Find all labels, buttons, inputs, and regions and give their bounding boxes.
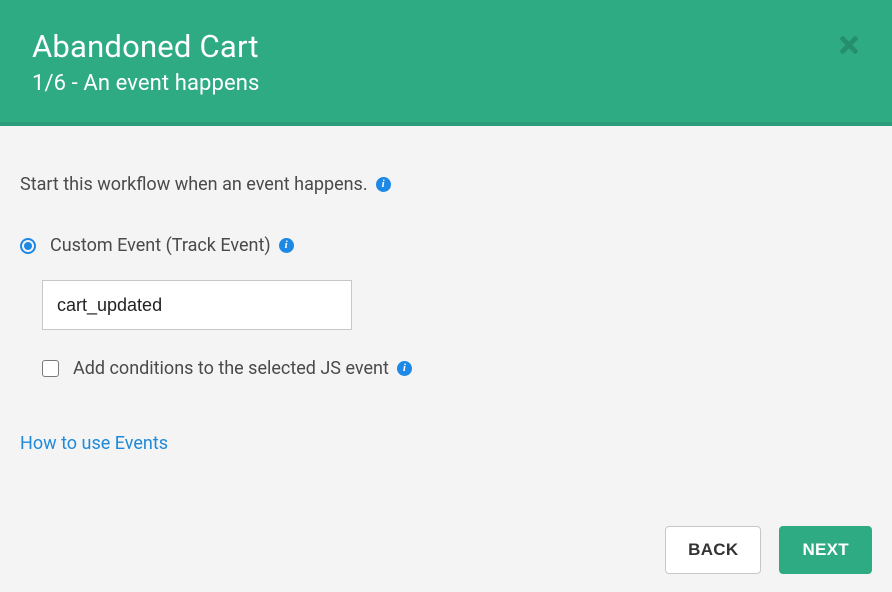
event-name-input[interactable]: [42, 280, 352, 330]
workflow-step-modal: Abandoned Cart 1/6 - An event happens St…: [0, 0, 892, 592]
modal-footer: BACK NEXT: [665, 526, 872, 574]
add-conditions-label: Add conditions to the selected JS event: [73, 358, 389, 379]
modal-subtitle: 1/6 - An event happens: [32, 71, 860, 96]
event-input-wrapper: [42, 280, 872, 330]
close-icon[interactable]: [836, 32, 862, 58]
intro-row: Start this workflow when an event happen…: [20, 174, 872, 195]
info-icon[interactable]: i: [397, 361, 412, 376]
modal-header: Abandoned Cart 1/6 - An event happens: [0, 0, 892, 126]
conditions-checkbox-row: Add conditions to the selected JS event …: [42, 358, 872, 379]
event-type-radio-row: Custom Event (Track Event) i: [20, 235, 872, 256]
info-icon[interactable]: i: [376, 177, 391, 192]
info-icon[interactable]: i: [279, 238, 294, 253]
custom-event-radio-label: Custom Event (Track Event): [50, 235, 271, 256]
custom-event-radio[interactable]: [20, 238, 36, 254]
modal-title: Abandoned Cart: [32, 28, 860, 65]
back-button[interactable]: BACK: [665, 526, 761, 574]
modal-body: Start this workflow when an event happen…: [0, 126, 892, 592]
help-link[interactable]: How to use Events: [20, 433, 168, 454]
add-conditions-checkbox[interactable]: [42, 360, 59, 377]
next-button[interactable]: NEXT: [779, 526, 872, 574]
intro-text: Start this workflow when an event happen…: [20, 174, 368, 195]
